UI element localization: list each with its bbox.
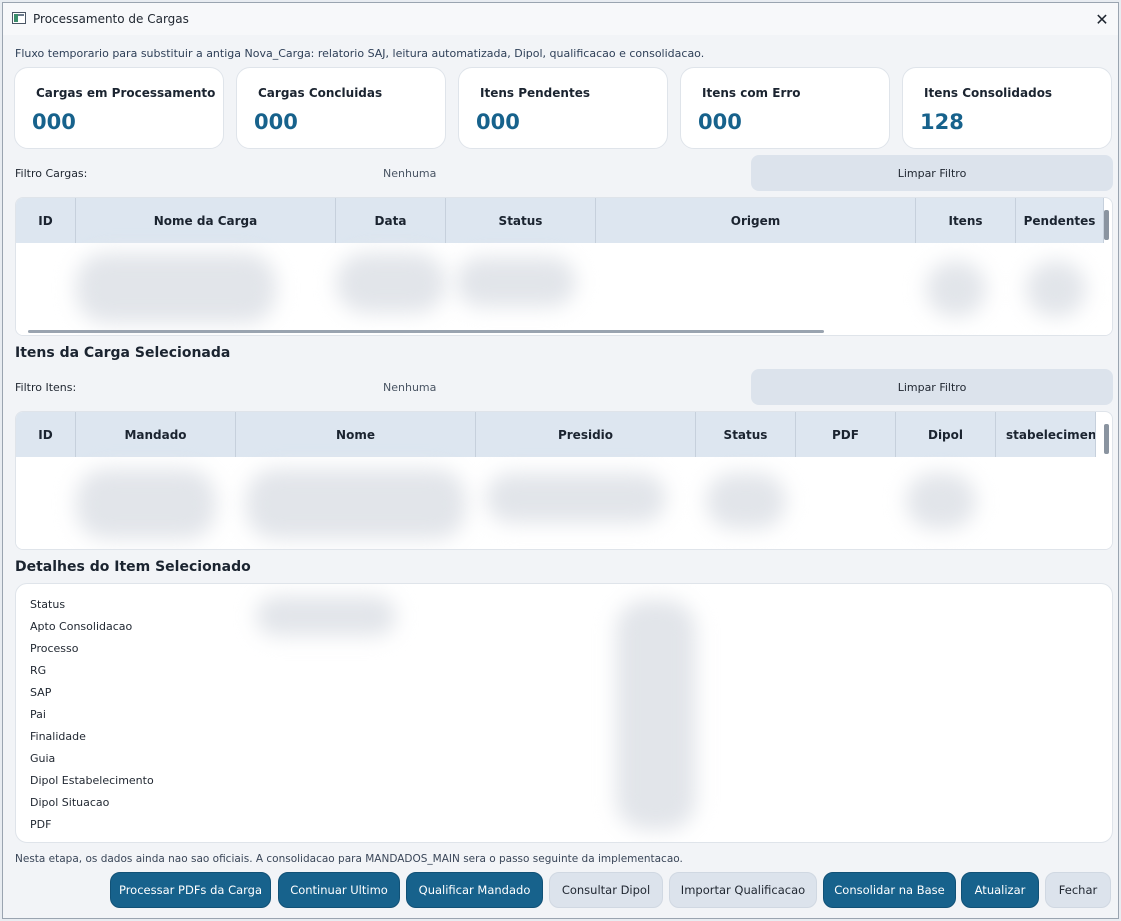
- detail-label-finalidade: Finalidade: [30, 730, 86, 743]
- stat-value: 128: [920, 110, 964, 134]
- redacted-region: [256, 596, 396, 636]
- stat-value: 000: [32, 110, 76, 134]
- consultar-dipol-button[interactable]: Consultar Dipol: [549, 872, 663, 908]
- detail-label-pai: Pai: [30, 708, 46, 721]
- column-header-pendentes[interactable]: Pendentes: [1016, 198, 1104, 243]
- stat-value: 000: [476, 110, 520, 134]
- redacted-region: [336, 253, 446, 313]
- consolidar-base-button[interactable]: Consolidar na Base: [823, 872, 956, 908]
- detail-label-processo: Processo: [30, 642, 79, 655]
- cargas-table-hscroll[interactable]: [28, 330, 824, 333]
- detail-label-status: Status: [30, 598, 66, 611]
- itens-section-title: Itens da Carga Selecionada: [15, 345, 231, 361]
- detail-label-sap: SAP: [30, 686, 52, 699]
- redacted-region: [246, 469, 466, 539]
- column-header-pdf[interactable]: PDF: [796, 412, 896, 457]
- redacted-region: [456, 257, 576, 307]
- redacted-region: [76, 253, 276, 323]
- detail-label-dipol-estabelecimento: Dipol Estabelecimento: [30, 774, 154, 787]
- redacted-region: [926, 261, 986, 317]
- processamento-window: Processamento de Cargas ✕ Fluxo temporar…: [2, 2, 1119, 919]
- subtitle: Fluxo temporario para substituir a antig…: [15, 47, 705, 60]
- cargas-table-vscroll[interactable]: [1104, 210, 1109, 240]
- stat-card-cargas-concluidas: Cargas Concluidas 000: [236, 67, 446, 149]
- stat-card-cargas-processamento: Cargas em Processamento 000: [14, 67, 224, 149]
- itens-table[interactable]: ID Mandado Nome Presidio Status PDF Dipo…: [15, 411, 1113, 550]
- cargas-table[interactable]: ID Nome da Carga Data Status Origem Iten…: [15, 197, 1113, 336]
- qualificar-mandado-button[interactable]: Qualificar Mandado: [406, 872, 543, 908]
- atualizar-button[interactable]: Atualizar: [961, 872, 1039, 908]
- redacted-region: [906, 473, 976, 529]
- redacted-region: [1026, 261, 1086, 317]
- stat-label: Cargas em Processamento: [36, 86, 216, 100]
- itens-table-vscroll[interactable]: [1104, 424, 1109, 454]
- stat-label: Itens com Erro: [702, 86, 801, 100]
- stat-card-itens-pendentes: Itens Pendentes 000: [458, 67, 668, 149]
- column-header-data[interactable]: Data: [336, 198, 446, 243]
- cargas-filter-label: Filtro Cargas:: [15, 167, 88, 180]
- itens-filter-value: Nenhuma: [383, 381, 437, 394]
- details-section-title: Detalhes do Item Selecionado: [15, 559, 251, 575]
- table-row[interactable]: [16, 457, 1112, 549]
- column-header-origem[interactable]: Origem: [596, 198, 916, 243]
- clear-cargas-filter-button[interactable]: Limpar Filtro: [751, 155, 1113, 191]
- footnote: Nesta etapa, os dados ainda nao sao ofic…: [15, 853, 683, 865]
- column-header-nome[interactable]: Nome: [236, 412, 476, 457]
- importar-qualificacao-button[interactable]: Importar Qualificacao: [669, 872, 817, 908]
- detail-label-guia: Guia: [30, 752, 56, 765]
- fechar-button[interactable]: Fechar: [1045, 872, 1111, 908]
- cargas-table-header: ID Nome da Carga Data Status Origem Iten…: [16, 198, 1104, 243]
- stat-label: Itens Pendentes: [480, 86, 590, 100]
- stat-value: 000: [254, 110, 298, 134]
- stat-card-itens-consolidados: Itens Consolidados 128: [902, 67, 1112, 149]
- detail-label-rg: RG: [30, 664, 47, 677]
- title-bar[interactable]: Processamento de Cargas ✕: [3, 3, 1118, 35]
- stat-value: 000: [698, 110, 742, 134]
- column-header-estabelecimento[interactable]: stabeleciment: [996, 412, 1096, 457]
- detail-label-dipol-situacao: Dipol Situacao: [30, 796, 110, 809]
- redacted-region: [486, 473, 666, 523]
- app-icon: [12, 12, 26, 24]
- redacted-region: [76, 469, 216, 539]
- close-icon[interactable]: ✕: [1090, 7, 1114, 31]
- stat-card-itens-erro: Itens com Erro 000: [680, 67, 890, 149]
- redacted-region: [706, 473, 786, 529]
- column-header-itens[interactable]: Itens: [916, 198, 1016, 243]
- column-header-presidio[interactable]: Presidio: [476, 412, 696, 457]
- window-title: Processamento de Cargas: [33, 12, 189, 26]
- item-details-panel: Status Apto Consolidacao Processo RG SAP…: [15, 583, 1113, 843]
- column-header-nome-carga[interactable]: Nome da Carga: [76, 198, 336, 243]
- column-header-mandado[interactable]: Mandado: [76, 412, 236, 457]
- processar-pdfs-button[interactable]: Processar PDFs da Carga: [110, 872, 271, 908]
- detail-label-pdf: PDF: [30, 818, 52, 831]
- itens-table-header: ID Mandado Nome Presidio Status PDF Dipo…: [16, 412, 1096, 457]
- column-header-status[interactable]: Status: [446, 198, 596, 243]
- table-row[interactable]: [16, 243, 1112, 335]
- itens-filter-label: Filtro Itens:: [15, 381, 77, 394]
- clear-itens-filter-button[interactable]: Limpar Filtro: [751, 369, 1113, 405]
- column-header-id[interactable]: ID: [16, 198, 76, 243]
- column-header-dipol[interactable]: Dipol: [896, 412, 996, 457]
- continuar-ultimo-button[interactable]: Continuar Ultimo: [278, 872, 400, 908]
- stat-label: Itens Consolidados: [924, 86, 1053, 100]
- column-header-id[interactable]: ID: [16, 412, 76, 457]
- stat-label: Cargas Concluidas: [258, 86, 383, 100]
- cargas-filter-value: Nenhuma: [383, 167, 437, 180]
- redacted-region: [616, 600, 696, 830]
- detail-label-apto-consolidacao: Apto Consolidacao: [30, 620, 133, 633]
- column-header-status[interactable]: Status: [696, 412, 796, 457]
